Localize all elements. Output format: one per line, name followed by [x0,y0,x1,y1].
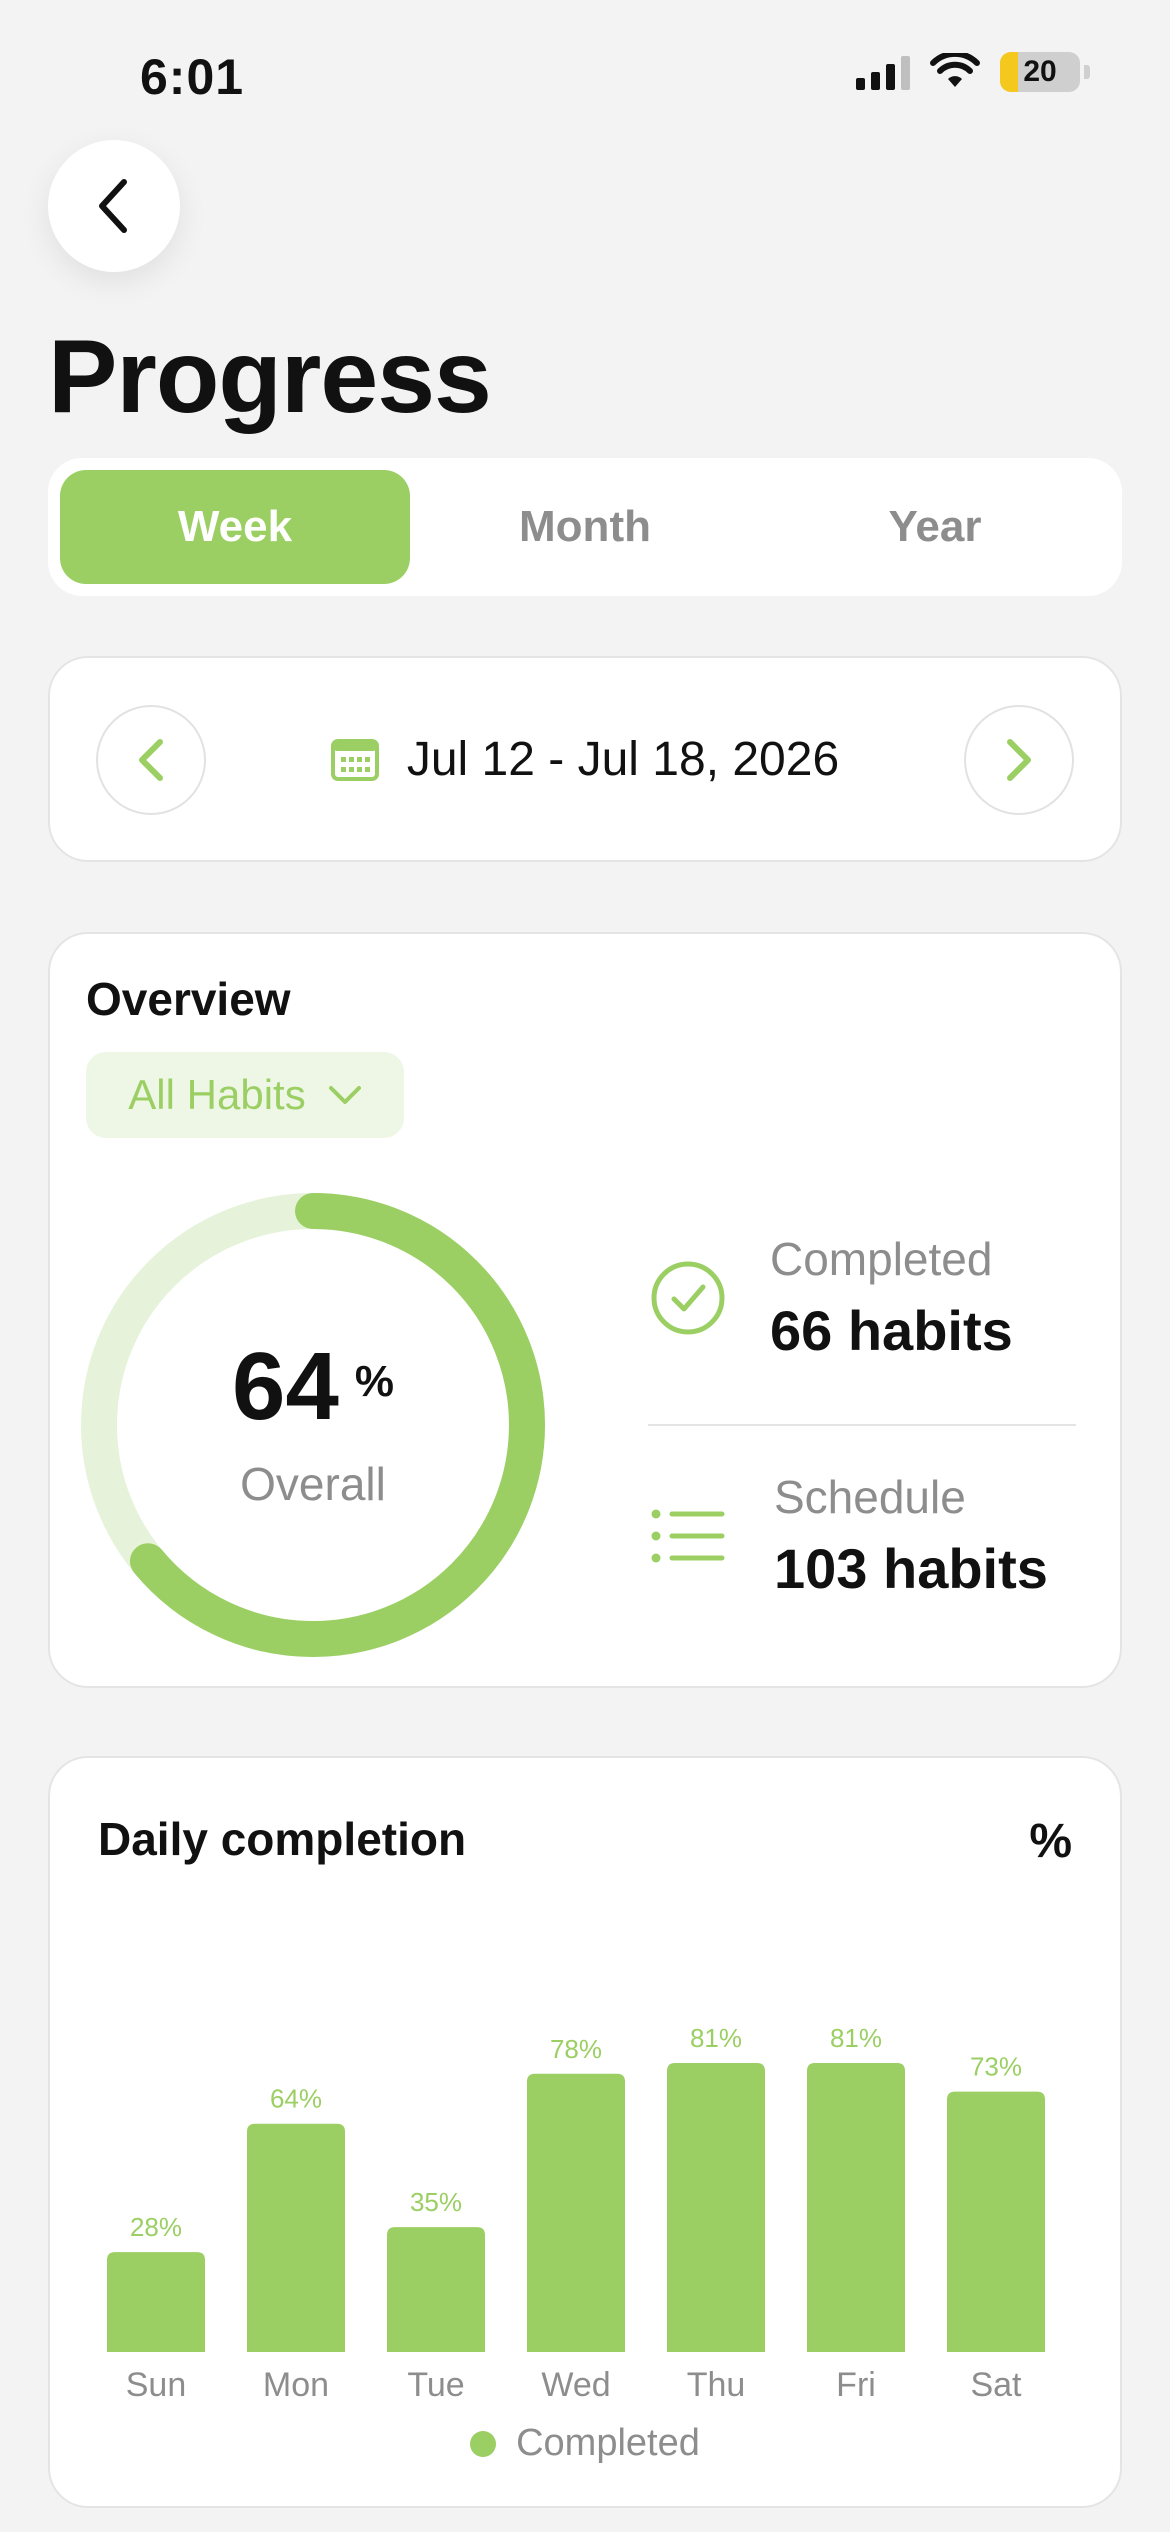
completed-stat: Completed 66 habits [650,1232,1013,1363]
bar-value-label: 64% [270,2084,322,2114]
bar-value-label: 81% [830,2023,882,2053]
x-tick-label: Tue [407,2366,464,2404]
battery-level: 20 [1023,55,1057,88]
completed-value: 66 habits [770,1299,1013,1362]
tab-month[interactable]: Month [410,470,760,584]
x-tick-label: Thu [687,2366,746,2404]
battery-cap [1084,65,1090,79]
bar-value-label: 35% [410,2187,462,2217]
next-week-button[interactable] [964,705,1074,815]
daily-completion-card: Daily completion % 28% Sun 64% Mon 35% Tue 78%… [48,1756,1122,2508]
habit-filter-dropdown[interactable]: All Habits [86,1052,404,1138]
bar-thu [667,2063,765,2352]
calendar-icon [330,739,379,781]
previous-week-button[interactable] [96,705,206,815]
overall-progress-label: 64 % Overall [78,1190,548,1660]
bar-value-label: 78% [550,2034,602,2064]
chevron-down-icon [328,1086,361,1104]
stats-divider [648,1424,1076,1426]
legend-label: Completed [516,2422,700,2464]
wifi-icon [930,53,980,87]
bar-fri [807,2063,905,2352]
x-tick-label: Sun [126,2366,187,2404]
bar-mon [247,2123,345,2352]
cellular-signal-icon [856,54,910,90]
page-title: Progress [48,319,492,435]
bar-value-label: 81% [690,2023,742,2053]
back-button[interactable] [48,140,180,272]
x-tick-label: Mon [263,2366,329,2404]
chevron-right-icon [1007,739,1031,781]
tab-week[interactable]: Week [60,470,410,584]
schedule-value: 103 habits [774,1537,1048,1600]
overview-title: Overview [86,973,291,1025]
habit-filter-label: All Habits [128,1071,306,1118]
week-range: Jul 12 - Jul 18, 2026 [50,658,1120,860]
tab-year[interactable]: Year [760,470,1110,584]
bar-sat [947,2091,1045,2352]
daily-completion-chart: 28% Sun 64% Mon 35% Tue 78% Wed 81% Thu 81% Fri 73% S… [107,2023,1045,2404]
list-icon [651,1509,725,1562]
check-circle-icon [651,1261,725,1334]
percent-sign: % [354,1357,394,1406]
legend-dot [470,2430,497,2457]
status-time: 6:01 [140,49,245,105]
chevron-left-icon [99,179,127,233]
x-tick-label: Sat [970,2366,1022,2404]
chevron-left-icon [139,739,163,781]
completed-label: Completed [770,1233,993,1285]
bar-sun [107,2252,205,2352]
battery-icon: 20 [1000,52,1080,92]
bar-value-label: 28% [130,2212,182,2242]
x-tick-label: Wed [541,2366,610,2404]
overview-card: Overview All Habits 64 % Overall Complet… [48,932,1122,1688]
bar-tue [387,2227,485,2352]
overall-percent: 64 [232,1333,339,1440]
overall-label: Overall [240,1458,386,1510]
status-icons: 20 [856,52,1090,92]
bar-value-label: 73% [970,2052,1022,2082]
schedule-label: Schedule [774,1471,966,1523]
chart-legend: Completed [50,2422,1120,2465]
schedule-stat: Schedule 103 habits [650,1470,1048,1601]
period-tabs: Week Month Year [48,458,1122,596]
week-navigator: Jul 12 - Jul 18, 2026 [48,656,1122,862]
week-range-label: Jul 12 - Jul 18, 2026 [406,732,840,786]
x-tick-label: Fri [836,2366,876,2404]
bar-wed [527,2073,625,2352]
